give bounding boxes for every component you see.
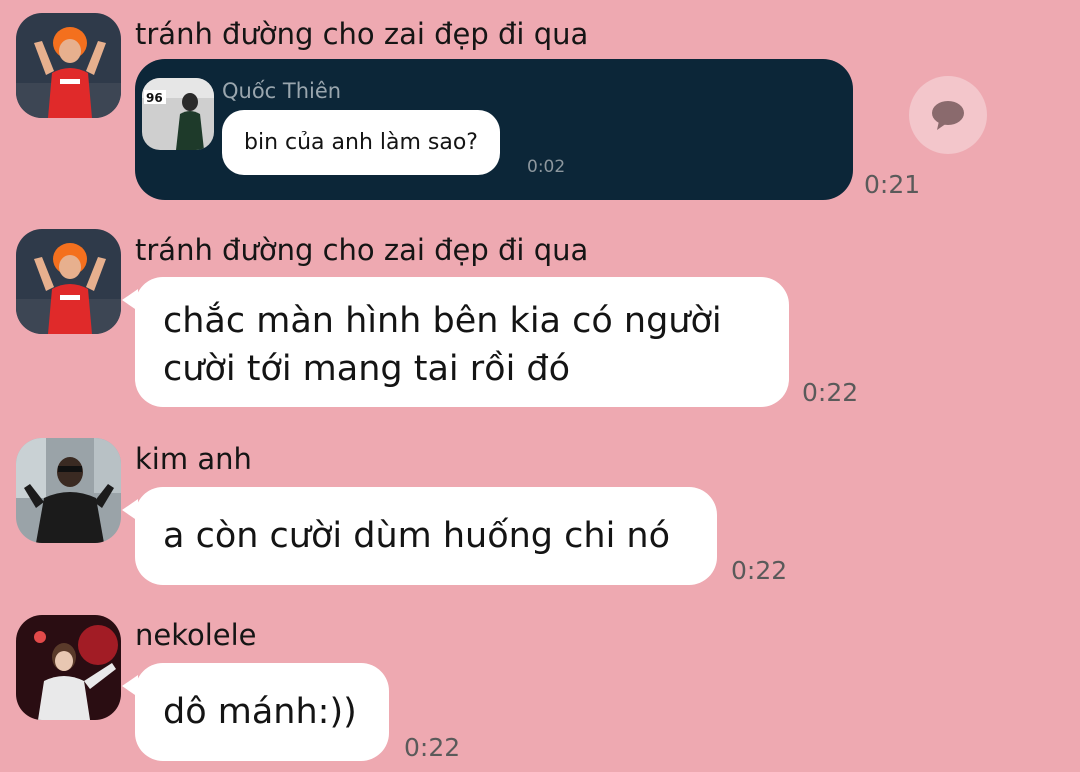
- quoted-message-time: 0:02: [527, 157, 566, 177]
- avatar-sender-4[interactable]: [16, 615, 121, 720]
- message-bubble[interactable]: a còn cười dùm huống chi nó: [122, 487, 717, 585]
- bubble-tail: [122, 499, 138, 521]
- svg-text:96: 96: [146, 91, 163, 105]
- shared-message-card[interactable]: 96 Quốc Thiên bin của anh làm sao? 0:02: [135, 59, 853, 200]
- message-bubble[interactable]: chắc màn hình bên kia có người cười tới …: [122, 277, 789, 407]
- sender-name: nekolele: [135, 618, 257, 652]
- message-line: a còn cười dùm huống chi nó: [163, 516, 671, 556]
- avatar-photo: [16, 229, 121, 334]
- avatar-photo: [16, 615, 121, 720]
- avatar-sender-3[interactable]: [16, 438, 121, 543]
- avatar-sender-2[interactable]: [16, 229, 121, 334]
- message-time: 0:21: [864, 170, 921, 199]
- message-line: dô mánh:)): [163, 692, 357, 732]
- quoted-message-text: bin của anh làm sao?: [222, 110, 500, 175]
- message-line: cười tới mang tai rồi đó: [163, 349, 571, 389]
- avatar-photo: [16, 438, 121, 543]
- quoted-sender-name: Quốc Thiên: [222, 79, 342, 103]
- sender-name: tránh đường cho zai đẹp đi qua: [135, 233, 589, 267]
- avatar-photo: [16, 13, 121, 118]
- sender-name: kim anh: [135, 442, 252, 476]
- message-bubble[interactable]: dô mánh:)): [122, 663, 389, 761]
- bubble-tail: [122, 675, 138, 697]
- avatar-sender-1[interactable]: [16, 13, 121, 118]
- quoted-avatar: 96: [142, 78, 214, 150]
- bubble-tail: [122, 289, 138, 311]
- message-time: 0:22: [802, 378, 859, 407]
- message-line: chắc màn hình bên kia có người: [163, 301, 722, 341]
- message-time: 0:22: [404, 733, 461, 762]
- chat-bubble-icon: [932, 101, 964, 130]
- sender-name: tránh đường cho zai đẹp đi qua: [135, 17, 589, 51]
- comment-button[interactable]: [909, 76, 987, 154]
- message-time: 0:22: [731, 556, 788, 585]
